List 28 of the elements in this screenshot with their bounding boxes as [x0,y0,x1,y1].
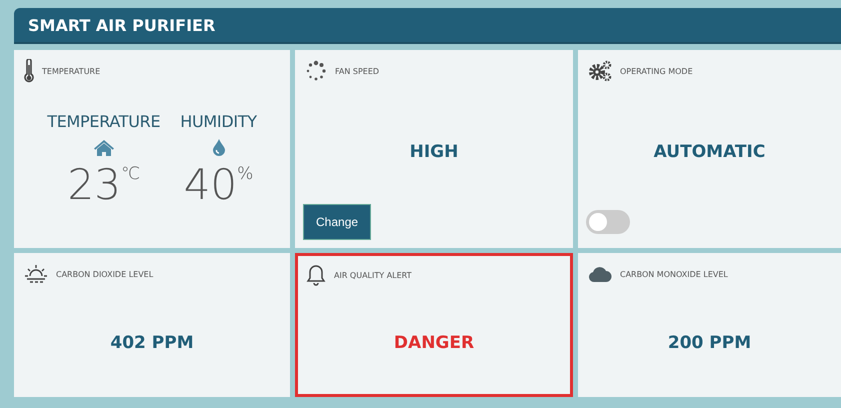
reading-value: 40 [184,164,238,206]
gears-icon [588,60,612,82]
home-icon [94,139,114,156]
reading-label: TEMPERATURE [47,112,160,131]
bell-icon [306,264,326,286]
card-value: 402 PPM [110,333,194,353]
toggle-switch[interactable] [586,210,630,234]
reading-label: HUMIDITY [180,112,257,131]
card-value: AUTOMATIC [654,142,766,162]
card-value: HIGH [410,142,458,162]
change-button[interactable]: Change [303,204,372,240]
card-value: 200 PPM [668,333,752,353]
card-value: DANGER [394,333,474,353]
reading-unit: % [237,164,254,184]
card-title: FAN SPEED [335,66,380,76]
thermometer-icon [24,59,34,83]
card-title: TEMPERATURE [42,66,100,76]
app-title: SMART AIR PURIFIER [28,16,216,34]
reading-value: 23 [67,164,121,206]
card-title: AIR QUALITY ALERT [334,270,412,280]
reading-unit: ℃ [120,164,140,184]
water-drop-icon [212,139,224,156]
sunrise-icon [24,264,48,284]
card-title: OPERATING MODE [620,66,693,76]
cloud-icon [588,266,612,282]
card-title: CARBON DIOXIDE LEVEL [56,270,154,278]
card-title: CARBON MONOXIDE LEVEL [620,270,728,278]
loading-dots-icon [305,60,327,82]
